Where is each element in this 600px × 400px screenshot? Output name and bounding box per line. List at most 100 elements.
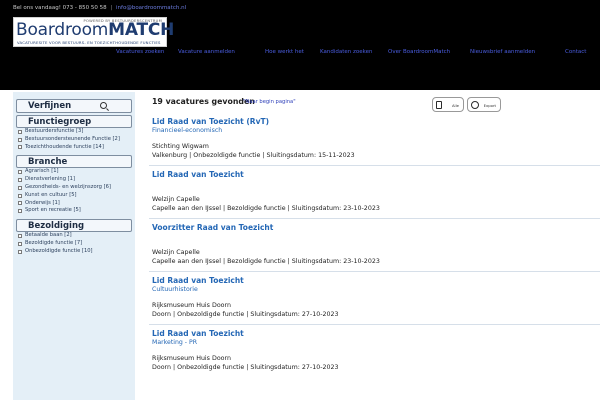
- nav-over-boardroommatch[interactable]: Over BoardroomMatch: [388, 49, 450, 55]
- site-header: Bel ons vandaag! 073 - 850 50 58 | info@…: [0, 0, 600, 90]
- filter-option[interactable]: Bezoldigde functie [7]: [16, 240, 132, 248]
- filter-option-label: Bestuursondersteunende Functie [2]: [25, 135, 120, 142]
- filter-group-label: Functiegroep: [28, 117, 92, 127]
- vacancy-title[interactable]: Lid Raad van Toezicht: [152, 170, 244, 179]
- all-button[interactable]: Alle: [432, 97, 464, 112]
- filter-option-label: Onderwijs [1]: [25, 199, 60, 206]
- search-export-icon: [471, 101, 479, 109]
- nav-hoe-werkt-het[interactable]: Hoe werkt het: [265, 49, 304, 55]
- vacancy-organisation: Welzijn Capelle: [152, 196, 200, 203]
- vacancy-organisation: Rijksmuseum Huis Doorn: [152, 355, 231, 362]
- vacancy-item[interactable]: Lid Raad van Toezicht (RvT) Financieel-e…: [149, 113, 600, 166]
- checkbox[interactable]: [18, 170, 22, 175]
- vacancy-title[interactable]: Lid Raad van Toezicht: [152, 276, 244, 285]
- checkbox[interactable]: [18, 233, 22, 238]
- contact-line: Bel ons vandaag! 073 - 850 50 58 | info@…: [13, 5, 186, 11]
- filter-group-label: Branche: [28, 157, 68, 168]
- filter-option-label: Onbezoldigde functie [10]: [25, 247, 93, 254]
- filter-option[interactable]: Sport en recreatie [5]: [16, 207, 132, 215]
- document-icon: [436, 101, 442, 109]
- search-icon[interactable]: [100, 102, 107, 109]
- filter-option-label: Bezoldigde functie [7]: [25, 239, 83, 246]
- vacancy-category: Financieel-economisch: [152, 127, 223, 134]
- vacancy-organisation: Rijksmuseum Huis Doorn: [152, 302, 231, 309]
- checkbox[interactable]: [18, 201, 22, 206]
- filter-option[interactable]: Betaalde baan [2]: [16, 232, 132, 240]
- filter-group-functiegroep: Functiegroep Bestuurdersfunctie [3] Best…: [16, 115, 132, 151]
- checkbox[interactable]: [18, 241, 22, 246]
- main-nav: Vacatures zoeken Vacature aanmelden Hoe …: [0, 49, 600, 59]
- filter-group-title: Functiegroep: [16, 115, 132, 128]
- filter-option[interactable]: Onbezoldigde functie [10]: [16, 248, 132, 256]
- export-button-label: Export: [483, 103, 496, 108]
- filter-sidebar: Verfijnen Functiegroep Bestuurdersfuncti…: [13, 92, 135, 400]
- vacancy-category: Cultuurhistorie: [152, 286, 198, 293]
- vacancy-title[interactable]: Voorzitter Raad van Toezicht: [152, 223, 273, 232]
- export-button[interactable]: Export: [467, 97, 501, 112]
- checkbox[interactable]: [18, 129, 22, 134]
- vacancy-meta: Capelle aan den IJssel | Bezoldigde func…: [152, 258, 380, 265]
- vacancy-item[interactable]: Lid Raad van Toezicht Cultuurhistorie Ri…: [149, 272, 600, 325]
- checkbox[interactable]: [18, 137, 22, 142]
- nav-vacature-aanmelden[interactable]: Vacature aanmelden: [178, 49, 235, 55]
- filter-option[interactable]: Onderwijs [1]: [16, 200, 132, 208]
- checkbox[interactable]: [18, 145, 22, 150]
- vacancy-organisation: Stichting Wigwam: [152, 143, 209, 150]
- refine-header[interactable]: Verfijnen: [16, 99, 132, 113]
- vacancy-meta: Valkenburg | Onbezoldigde functie | Slui…: [152, 152, 355, 159]
- results-count: 19 vacatures gevonden: [152, 97, 255, 106]
- checkbox[interactable]: [18, 185, 22, 190]
- filter-option-label: Kunst en cultuur [5]: [25, 191, 77, 198]
- checkbox[interactable]: [18, 193, 22, 198]
- filter-option-label: Gezondheids- en welzijnszorg [6]: [25, 183, 111, 190]
- checkbox[interactable]: [18, 249, 22, 254]
- nav-contact[interactable]: Contact: [565, 49, 586, 55]
- filter-option[interactable]: Kunst en cultuur [5]: [16, 192, 132, 200]
- checkbox[interactable]: [18, 209, 22, 214]
- refine-label: Verfijnen: [28, 101, 72, 111]
- vacancy-category: Marketing - PR: [152, 339, 198, 346]
- contact-phone: Bel ons vandaag! 073 - 850 50 58: [13, 5, 107, 11]
- logo-word-a: Boardroom: [16, 20, 109, 40]
- filter-group-label: Bezoldiging: [28, 221, 85, 232]
- filter-option[interactable]: Dienstverlening [1]: [16, 176, 132, 184]
- vacancy-item[interactable]: Voorzitter Raad van Toezicht Welzijn Cap…: [149, 219, 600, 272]
- filter-option[interactable]: Gezondheids- en welzijnszorg [6]: [16, 184, 132, 192]
- filter-option-label: Dienstverlening [1]: [25, 176, 75, 183]
- vacancy-title[interactable]: Lid Raad van Toezicht: [152, 329, 244, 338]
- results-toolbar: 19 vacatures gevonden "Naar begin pagina…: [149, 95, 600, 113]
- vacancy-meta: Capelle aan den IJssel | Bezoldigde func…: [152, 205, 380, 212]
- filter-group-title: Branche: [16, 155, 132, 169]
- filter-option-label: Agrarisch [1]: [25, 168, 59, 175]
- filter-option-label: Toezichthoudende functie [14]: [25, 143, 104, 150]
- filter-option-label: Bestuurdersfunctie [3]: [25, 128, 84, 134]
- contact-email-link[interactable]: info@boardroommatch.nl: [116, 5, 186, 11]
- site-logo[interactable]: POWERED BY BESTUURDERSCENTRUM BoardroomM…: [13, 17, 174, 47]
- filter-option-label: Betaalde baan [2]: [25, 232, 72, 239]
- logo-subtitle: VACATURESITE VOOR BESTUURS- EN TOEZICHTH…: [17, 40, 161, 45]
- filter-group-branche: Branche Agrarisch [1] Dienstverlening [1…: [16, 155, 132, 215]
- all-button-label: Alle: [451, 103, 459, 108]
- vacancy-item[interactable]: Lid Raad van Toezicht Marketing - PR Rij…: [149, 325, 600, 378]
- filter-option[interactable]: Toezichthoudende functie [14]: [16, 144, 132, 152]
- back-to-top-link[interactable]: "Naar begin pagina": [243, 99, 296, 105]
- vacancy-meta: Doorn | Onbezoldigde functie | Sluitings…: [152, 311, 339, 318]
- filter-group-bezoldiging: Bezoldiging Betaalde baan [2] Bezoldigde…: [16, 219, 132, 255]
- contact-separator: |: [110, 5, 113, 11]
- filter-option[interactable]: Bestuursondersteunende Functie [2]: [16, 136, 132, 144]
- results-panel: 19 vacatures gevonden "Naar begin pagina…: [149, 95, 600, 378]
- checkbox[interactable]: [18, 177, 22, 182]
- filter-option[interactable]: Bestuurdersfunctie [3]: [16, 128, 132, 136]
- nav-nieuwsbrief-aanmelden[interactable]: Nieuwsbrief aanmelden: [470, 49, 535, 55]
- filter-option-label: Sport en recreatie [5]: [25, 207, 81, 214]
- vacancy-item[interactable]: Lid Raad van Toezicht Welzijn Capelle Ca…: [149, 166, 600, 219]
- logo-word-b: MATCH: [108, 20, 175, 40]
- nav-kandidaten-zoeken[interactable]: Kandidaten zoeken: [320, 49, 373, 55]
- filter-option[interactable]: Agrarisch [1]: [16, 168, 132, 176]
- nav-vacatures-zoeken[interactable]: Vacatures zoeken: [116, 49, 164, 55]
- vacancy-meta: Doorn | Onbezoldigde functie | Sluitings…: [152, 364, 339, 371]
- logo-wordmark: BoardroomMATCH: [16, 20, 174, 40]
- vacancy-title[interactable]: Lid Raad van Toezicht (RvT): [152, 117, 269, 126]
- vacancy-organisation: Welzijn Capelle: [152, 249, 200, 256]
- filter-group-title: Bezoldiging: [16, 219, 132, 233]
